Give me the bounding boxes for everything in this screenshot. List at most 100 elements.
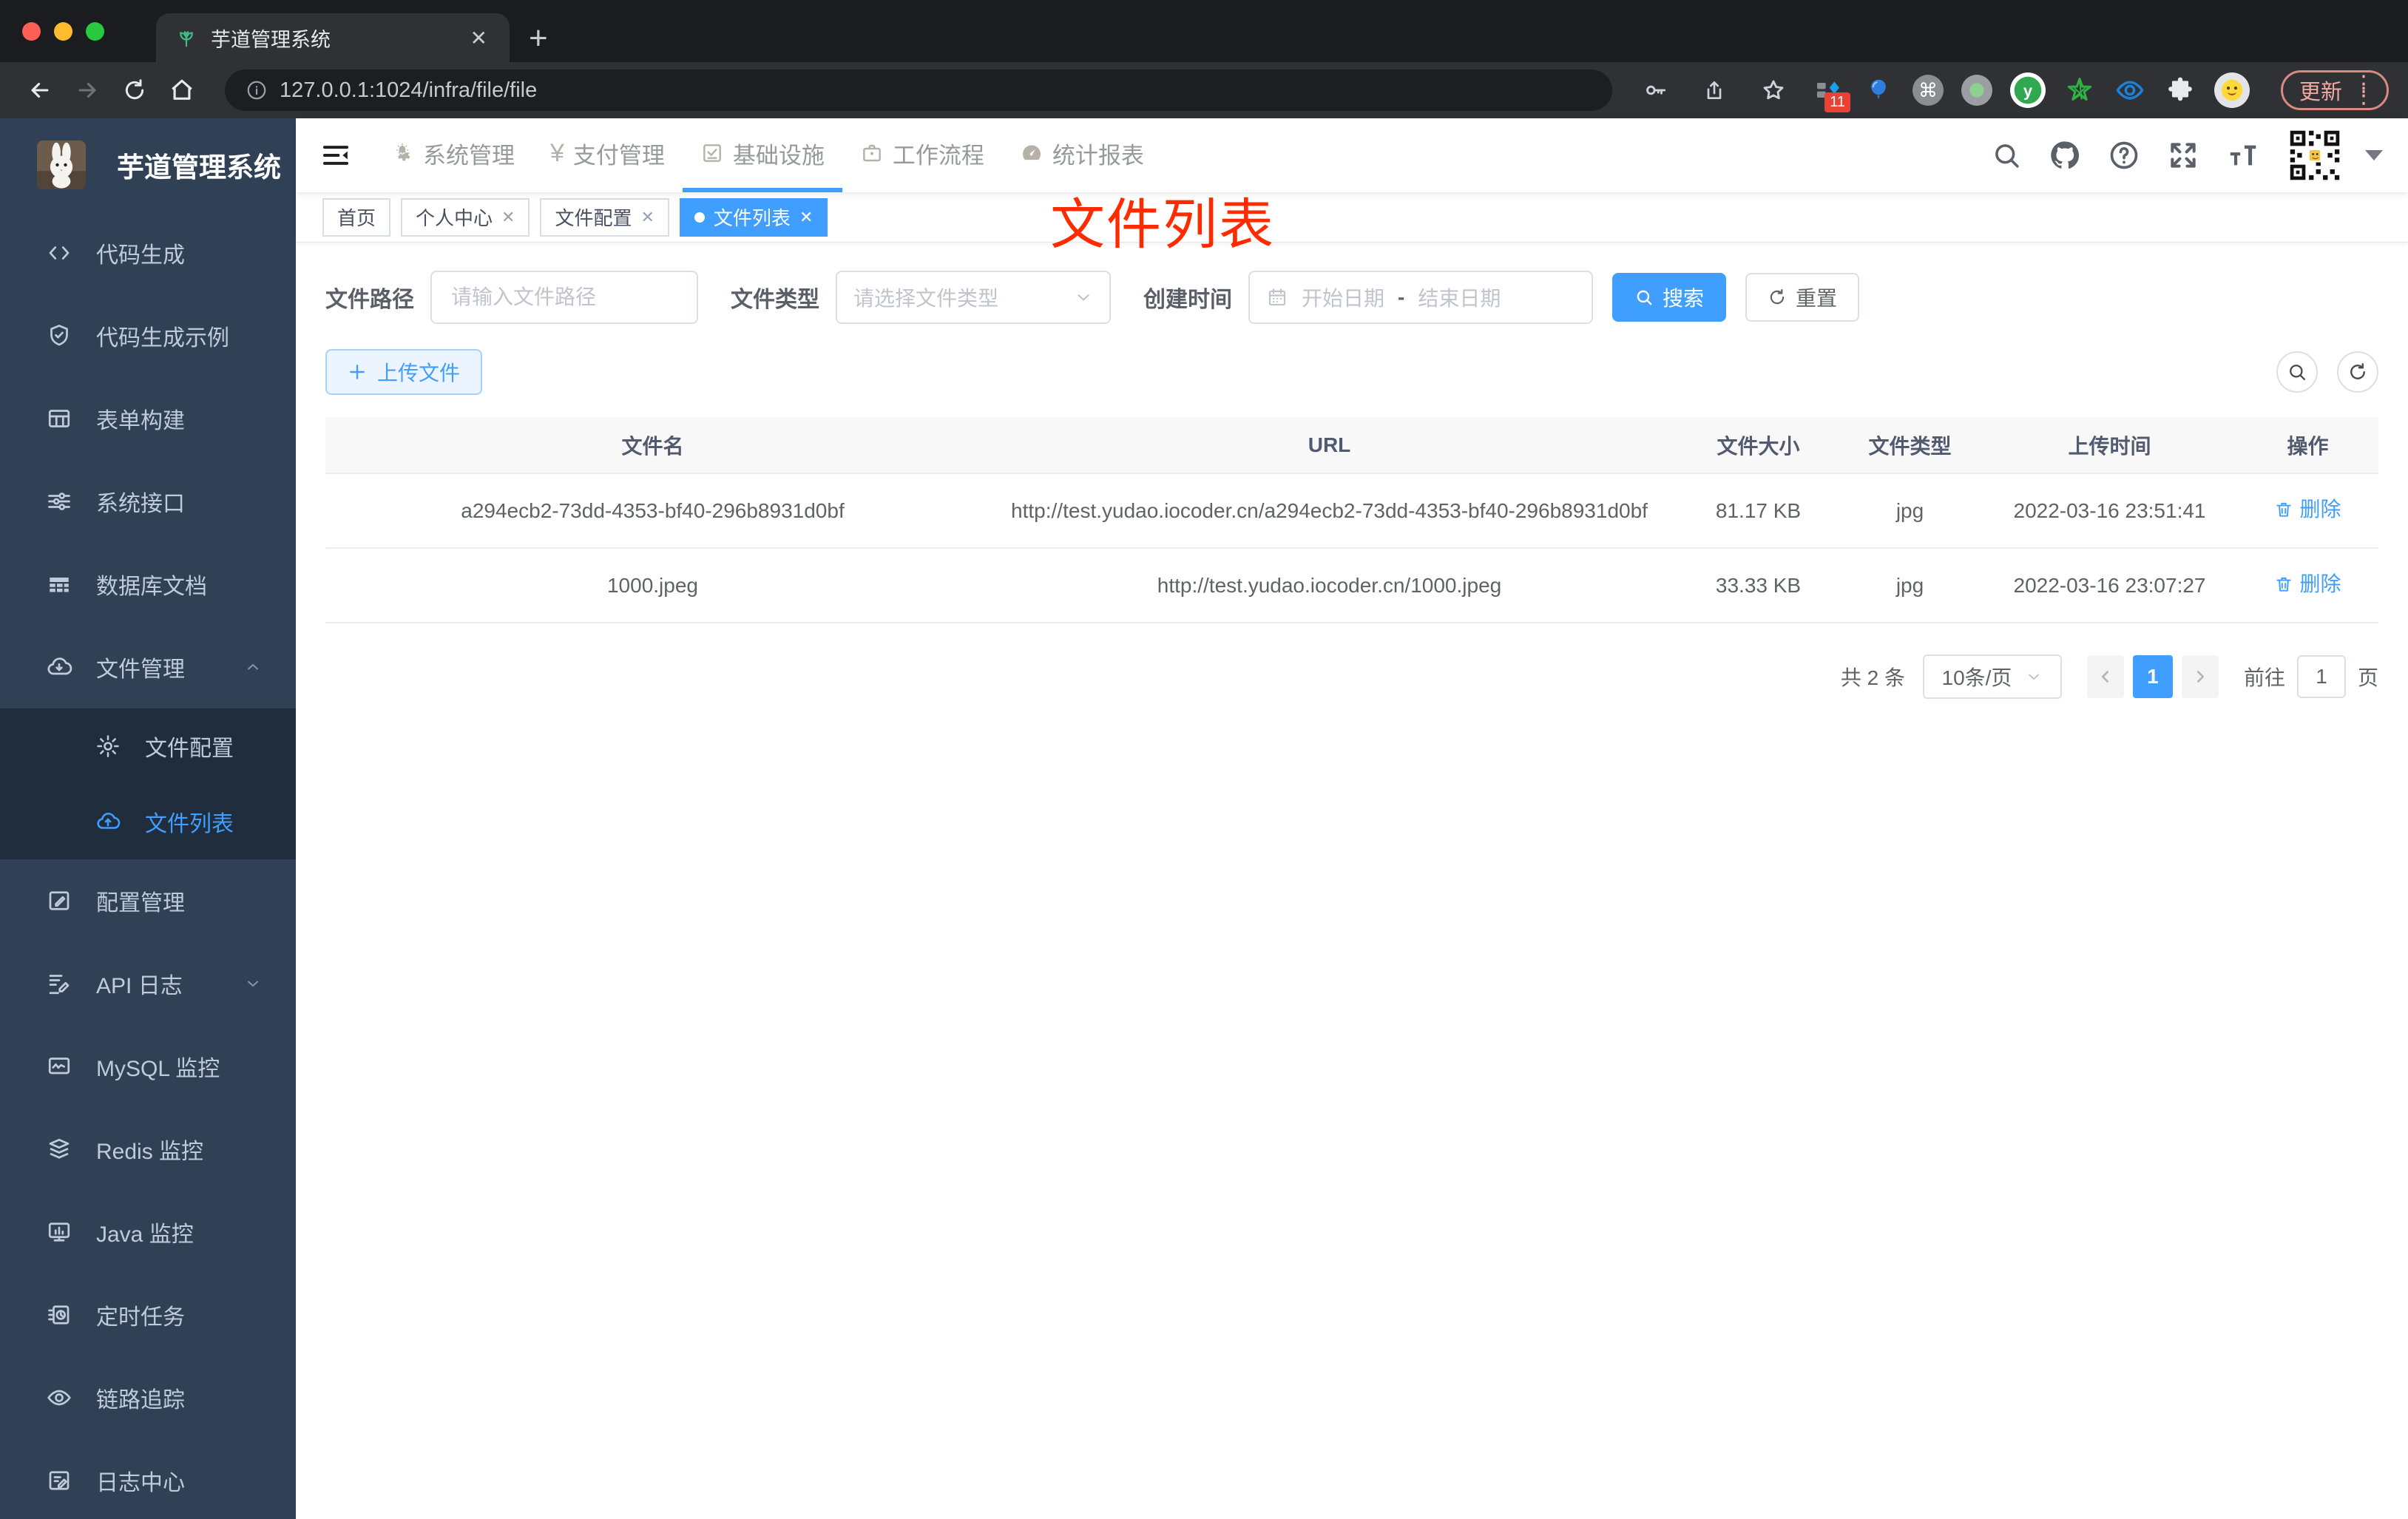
extension-eye-icon[interactable] (2114, 74, 2146, 106)
cell-filetype: jpg (1838, 548, 1982, 624)
extension-balloon-icon[interactable] (1862, 74, 1895, 106)
topnav-item-workflow[interactable]: 工作流程 (842, 118, 1002, 192)
sidebar-item-label: API 日志 (96, 974, 183, 998)
active-tag-dot (694, 212, 705, 223)
tags-view-bar: 首页 个人中心 ✕ 文件配置 ✕ 文件列表 ✕ (296, 192, 2408, 243)
chrome-menu-icon[interactable]: ⋮ ⋮ (2353, 72, 2375, 107)
help-icon[interactable] (2108, 139, 2140, 172)
tag-home[interactable]: 首页 (322, 197, 391, 237)
sidebar-item-form-builder[interactable]: 表单构建 (0, 377, 296, 460)
profile-avatar-emoji[interactable] (2213, 72, 2250, 108)
new-tab-button[interactable]: + (529, 22, 548, 55)
extension-tabs-icon[interactable]: 11 (1812, 74, 1850, 112)
sidebar-item-code-gen[interactable]: 代码生成 (0, 212, 296, 294)
minimize-window-button[interactable] (54, 21, 72, 41)
top-navbar: 系统管理 ¥ 支付管理 基础设施 工作流程 统计报表 (296, 118, 2408, 192)
home-icon[interactable] (161, 70, 203, 111)
toggle-search-button[interactable] (2276, 351, 2318, 393)
github-icon[interactable] (2049, 139, 2081, 172)
password-key-icon[interactable] (1634, 70, 1676, 111)
browser-tab-title: 芋道管理系统 (211, 28, 331, 51)
monitor-chart-icon (48, 1058, 70, 1075)
zoom-window-button[interactable] (86, 21, 104, 41)
sidebar-item-mysql-monitor[interactable]: MySQL 监控 (0, 1025, 296, 1108)
close-icon[interactable]: ✕ (501, 208, 515, 227)
favicon-plant-icon (175, 27, 197, 49)
sidebar-item-db-doc[interactable]: 数据库文档 (0, 543, 296, 626)
bookmark-star-icon[interactable] (1753, 70, 1794, 111)
sidebar-item-tracing[interactable]: 链路追踪 (0, 1356, 296, 1439)
chevron-right-icon (2196, 671, 2205, 683)
extensions-puzzle-icon[interactable] (2164, 74, 2196, 106)
back-icon[interactable] (19, 70, 61, 111)
extension-star-icon[interactable] (2063, 74, 2096, 106)
sidebar-item-code-demo[interactable]: 代码生成示例 (0, 294, 296, 377)
red-annotation: 文件列表 (1050, 194, 1275, 255)
reset-button[interactable]: 重置 (1745, 273, 1860, 322)
tag-profile[interactable]: 个人中心 ✕ (401, 197, 530, 237)
avatar[interactable] (2287, 127, 2343, 183)
url-bar[interactable]: 127.0.0.1:1024/infra/file/file (225, 70, 1612, 111)
page-size-select[interactable]: 10条/页 (1922, 654, 2062, 700)
sidebar-item-file-list[interactable]: 文件列表 (0, 784, 296, 859)
create-time-label: 创建时间 (1143, 288, 1232, 312)
search-button[interactable]: 搜索 (1612, 273, 1727, 322)
share-icon[interactable] (1694, 70, 1735, 111)
chrome-update-button[interactable]: 更新 ⋮ ⋮ (2280, 70, 2389, 110)
fullscreen-icon[interactable] (2167, 139, 2199, 172)
site-info-icon[interactable] (246, 79, 268, 101)
table-row: 1000.jpeg http://test.yudao.iocoder.cn/1… (325, 548, 2378, 624)
cell-filesize: 81.17 KB (1679, 473, 1838, 549)
delete-button[interactable]: 删除 (2274, 493, 2341, 525)
date-range-picker[interactable]: 开始日期 - 结束日期 (1248, 271, 1593, 324)
file-type-select[interactable]: 请选择文件类型 (836, 271, 1111, 324)
extension-y-icon[interactable]: y (2009, 72, 2046, 108)
extension-cmd-icon[interactable]: ⌘ (1912, 75, 1944, 106)
cell-url: http://test.yudao.iocoder.cn/1000.jpeg (980, 548, 1679, 624)
goto-page-input[interactable] (2296, 655, 2346, 699)
tag-file-list[interactable]: 文件列表 ✕ (679, 197, 828, 237)
close-icon[interactable]: ✕ (799, 208, 813, 227)
browser-tab[interactable]: 芋道管理系统 ✕ (156, 13, 510, 62)
topnav-label: 支付管理 (572, 142, 665, 169)
sidebar-item-scheduled-jobs[interactable]: 定时任务 (0, 1273, 296, 1356)
sidebar-item-file-config[interactable]: 文件配置 (0, 708, 296, 784)
avatar-caret-icon[interactable] (2365, 150, 2383, 160)
toolbar-right-icons: 11 ⌘ y 更新 ⋮ ⋮ (1634, 70, 2389, 112)
next-page-button[interactable] (2181, 655, 2219, 699)
refresh-table-button[interactable] (2337, 351, 2378, 393)
delete-button[interactable]: 删除 (2274, 568, 2341, 600)
search-icon[interactable] (1991, 140, 2022, 171)
close-icon[interactable]: ✕ (640, 208, 654, 227)
topnav-item-system[interactable]: 系统管理 (373, 118, 532, 192)
sidebar-item-java-monitor[interactable]: Java 监控 (0, 1191, 296, 1273)
extension-record-icon[interactable] (1961, 75, 1992, 106)
sidebar-item-config-manage[interactable]: 配置管理 (0, 859, 296, 942)
sidebar-item-label: 文件管理 (96, 657, 185, 682)
tab-close-icon[interactable]: ✕ (464, 26, 493, 50)
chevron-down-icon (244, 975, 262, 992)
reload-icon[interactable] (114, 70, 155, 111)
topnav-label: 基础设施 (732, 142, 825, 169)
sidebar-logo[interactable]: 芋道管理系统 (0, 118, 296, 212)
sidebar-collapse-icon[interactable] (321, 141, 351, 170)
display-icon (48, 1222, 70, 1242)
sidebar-item-system-api[interactable]: 系统接口 (0, 460, 296, 543)
date-separator: - (1398, 285, 1405, 308)
forward-icon[interactable] (67, 70, 108, 111)
prev-page-button[interactable] (2086, 655, 2124, 699)
topnav-item-infra[interactable]: 基础设施 (682, 118, 842, 192)
close-window-button[interactable] (22, 21, 41, 41)
tag-file-config[interactable]: 文件配置 ✕ (540, 197, 669, 237)
font-size-icon[interactable] (2226, 138, 2260, 172)
file-path-input[interactable] (430, 271, 698, 324)
upload-file-button[interactable]: 上传文件 (325, 349, 483, 395)
sidebar-item-redis-monitor[interactable]: Redis 监控 (0, 1108, 296, 1191)
topnav-item-payment[interactable]: ¥ 支付管理 (532, 118, 683, 192)
sliders-icon (48, 493, 70, 510)
sidebar-item-api-log[interactable]: API 日志 (0, 942, 296, 1025)
sidebar-item-file-manage[interactable]: 文件管理 (0, 626, 296, 708)
page-number-1[interactable]: 1 (2132, 655, 2173, 699)
cell-filename: a294ecb2-73dd-4353-bf40-296b8931d0bf (325, 473, 980, 549)
sidebar-item-log-center[interactable]: 日志中心 (0, 1439, 296, 1519)
